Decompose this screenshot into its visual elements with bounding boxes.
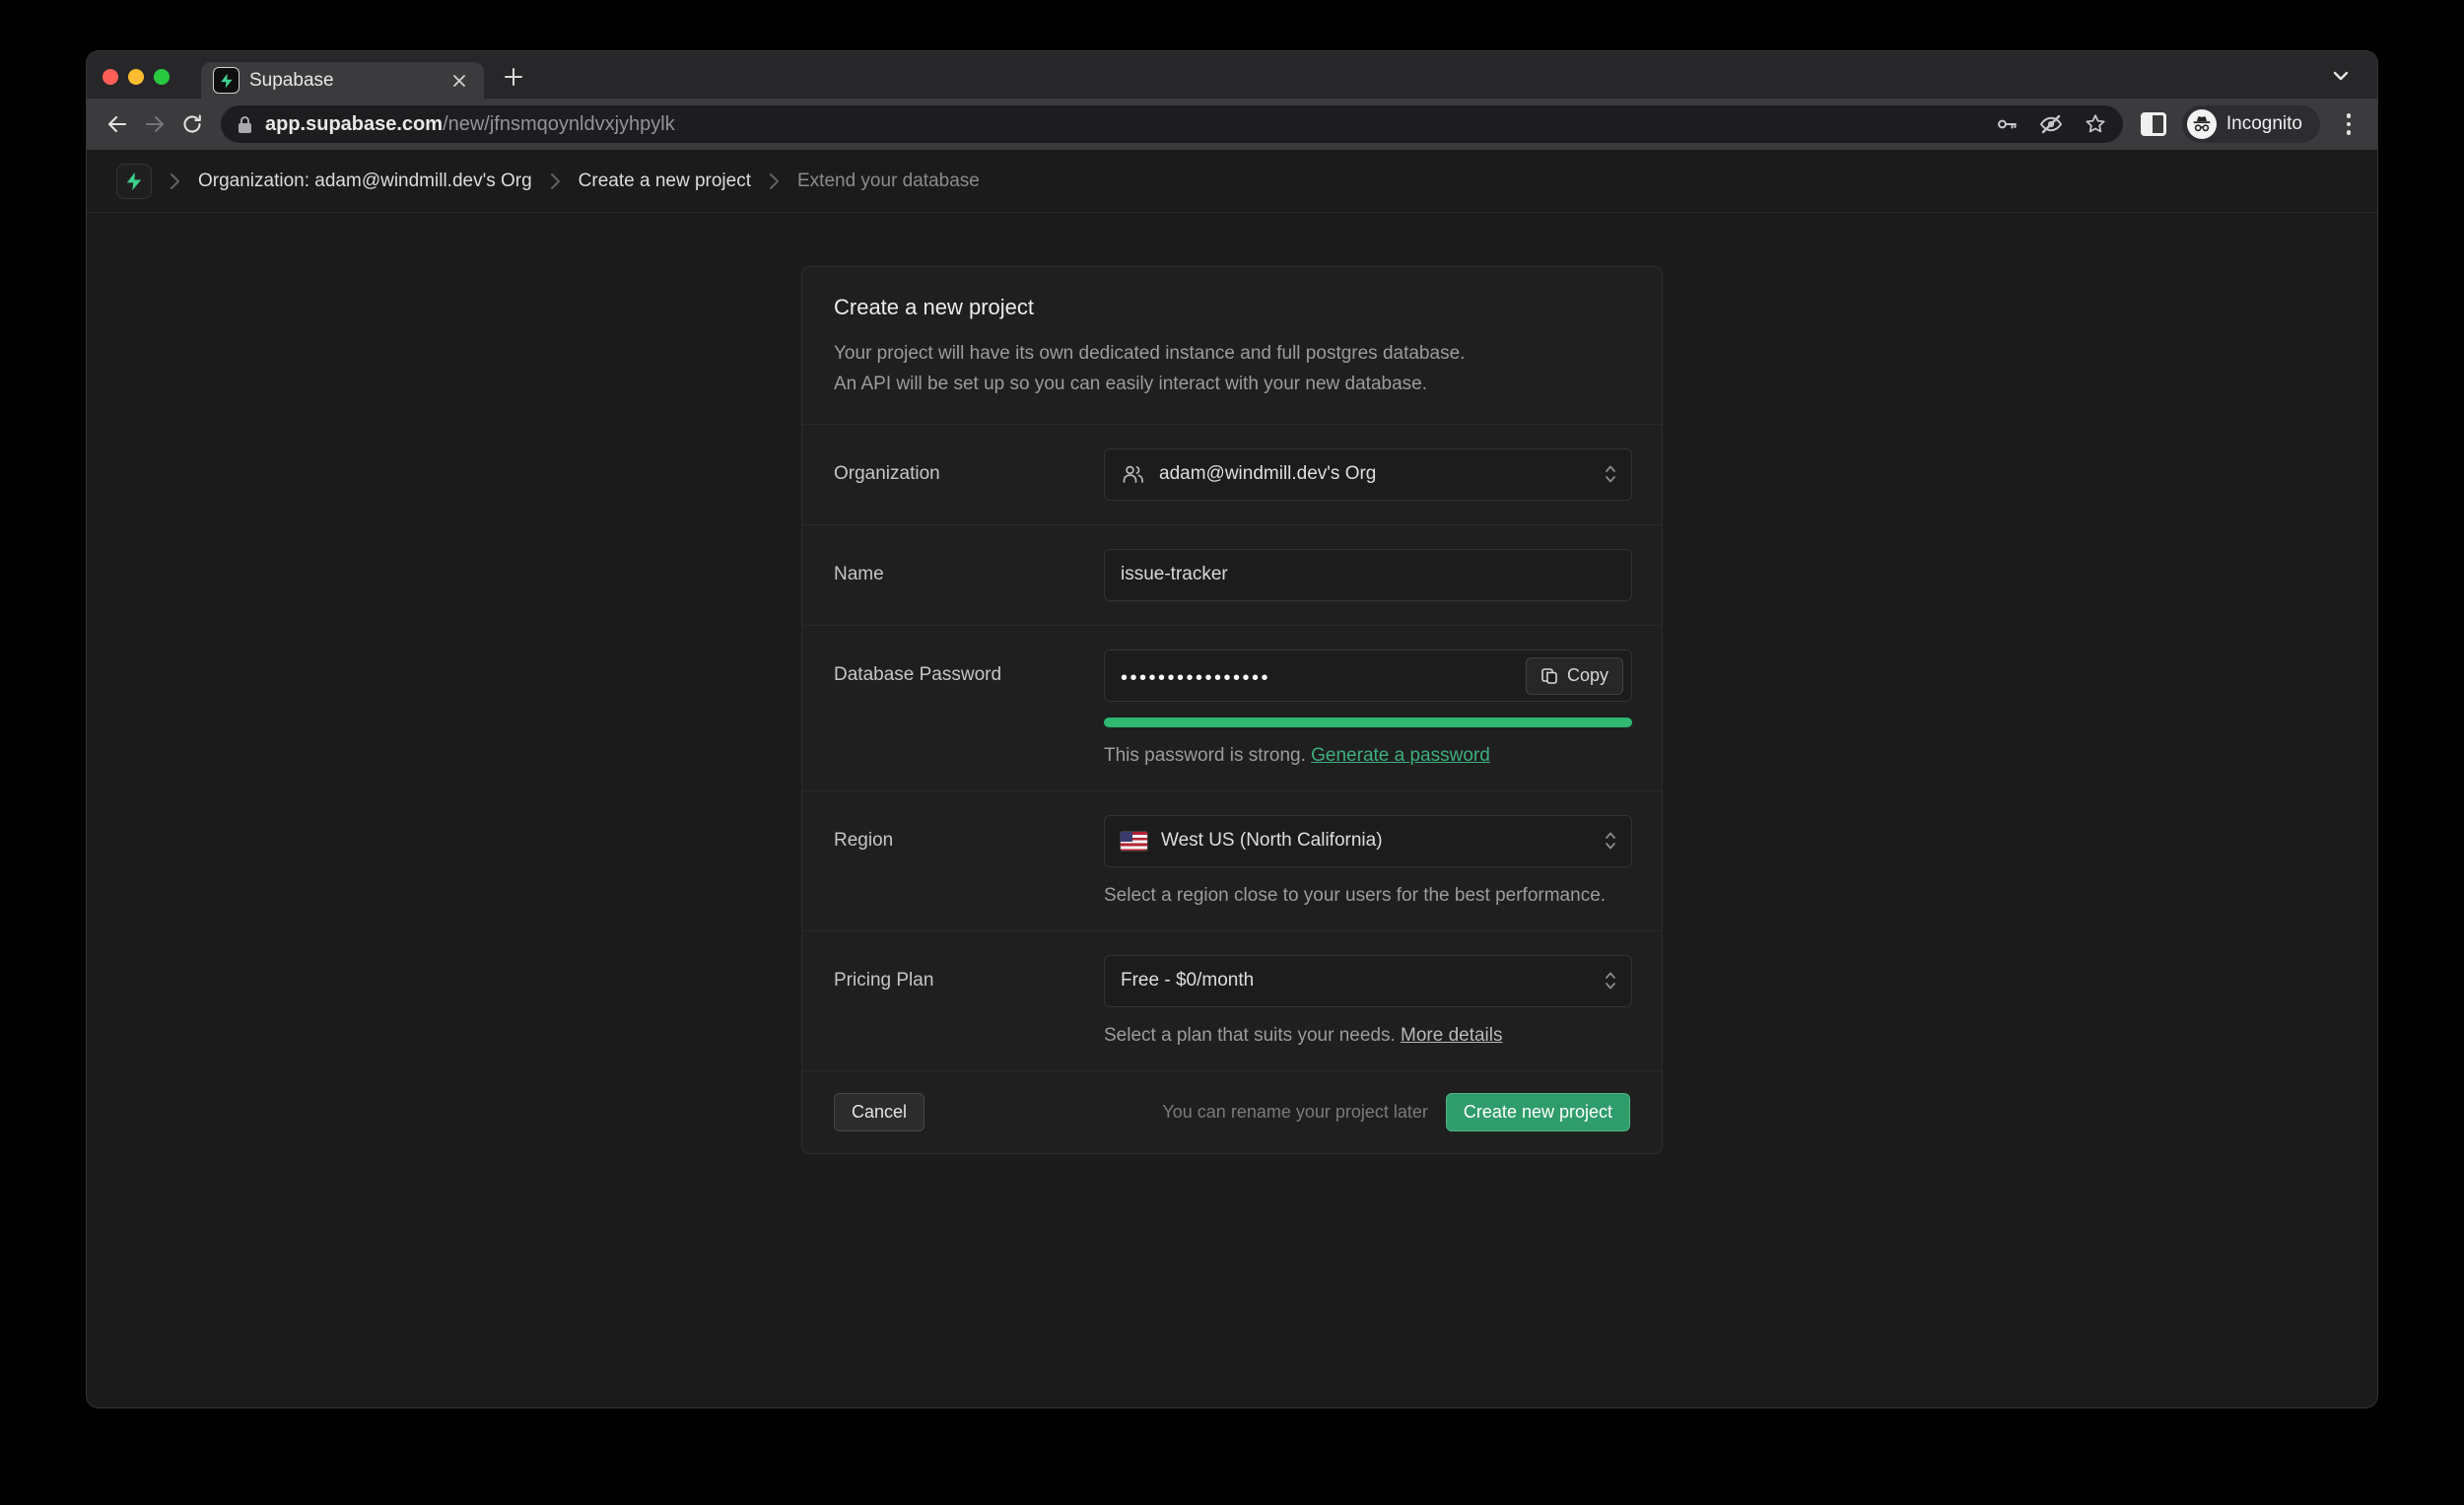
rename-hint-text: You can rename your project later	[1162, 1102, 1428, 1123]
breadcrumb: Organization: adam@windmill.dev's Org Cr…	[87, 150, 2377, 213]
maximize-window-button[interactable]	[154, 69, 170, 85]
cancel-button[interactable]: Cancel	[834, 1093, 924, 1131]
region-value: West US (North California)	[1161, 830, 1383, 852]
organization-label: Organization	[834, 448, 1104, 501]
pricing-label: Pricing Plan	[834, 955, 1104, 1047]
browser-menu-icon[interactable]	[2332, 105, 2365, 143]
generate-password-link[interactable]: Generate a password	[1311, 745, 1490, 766]
new-tab-button[interactable]	[494, 57, 533, 97]
card-footer: Cancel You can rename your project later…	[802, 1071, 1662, 1153]
password-row: Database Password •••••••••••••••• Copy	[802, 626, 1662, 791]
password-helper: This password is strong. Generate a pass…	[1104, 745, 1632, 767]
select-caret-icon	[1604, 463, 1617, 485]
tab-close-icon[interactable]	[446, 68, 472, 94]
ssl-lock-icon[interactable]	[237, 114, 253, 135]
address-bar[interactable]: app.supabase.com/new/jfnsmqoynldvxjyhpyl…	[221, 105, 2123, 143]
card-description: Your project will have its own dedicated…	[802, 320, 1662, 425]
supabase-favicon-icon	[213, 67, 240, 94]
desktop-background: Supabase	[0, 0, 2464, 1505]
us-flag-icon	[1121, 832, 1147, 851]
more-details-link[interactable]: More details	[1401, 1025, 1503, 1046]
description-line-2: An API will be set up so you can easily …	[834, 369, 1630, 399]
incognito-label: Incognito	[2226, 113, 2302, 135]
organization-value: adam@windmill.dev's Org	[1159, 463, 1376, 485]
breadcrumb-item-extend-database: Extend your database	[797, 171, 980, 192]
select-caret-icon	[1604, 830, 1617, 852]
bookmark-star-icon[interactable]	[2084, 112, 2107, 136]
password-strength-text: This password is strong.	[1104, 745, 1306, 766]
card-header: Create a new project	[802, 267, 1662, 320]
pricing-helper-text: Select a plan that suits your needs.	[1104, 1025, 1396, 1046]
close-window-button[interactable]	[103, 69, 118, 85]
browser-tab-supabase[interactable]: Supabase	[201, 62, 484, 99]
minimize-window-button[interactable]	[128, 69, 144, 85]
region-select[interactable]: West US (North California)	[1104, 815, 1632, 867]
page-title: Create a new project	[834, 295, 1630, 320]
incognito-badge: Incognito	[2182, 105, 2320, 143]
region-helper: Select a region close to your users for …	[1104, 885, 1632, 907]
reload-button[interactable]	[173, 105, 211, 143]
name-input[interactable]: issue-tracker	[1104, 549, 1632, 601]
copy-button-label: Copy	[1567, 665, 1608, 686]
password-strength-bar	[1104, 718, 1632, 727]
breadcrumb-chevron-icon	[550, 172, 561, 190]
users-icon	[1121, 462, 1145, 486]
url-domain: app.supabase.com	[265, 113, 443, 135]
select-caret-icon	[1604, 970, 1617, 992]
tab-title: Supabase	[249, 70, 437, 92]
incognito-icon	[2187, 109, 2217, 139]
tab-strip: Supabase	[87, 51, 2377, 99]
name-row: Name issue-tracker	[802, 525, 1662, 626]
forward-button[interactable]	[136, 105, 173, 143]
name-value: issue-tracker	[1121, 564, 1228, 585]
organization-select[interactable]: adam@windmill.dev's Org	[1104, 448, 1632, 501]
breadcrumb-chevron-icon	[170, 172, 180, 190]
create-project-card: Create a new project Your project will h…	[801, 266, 1663, 1154]
side-panel-icon[interactable]	[2141, 112, 2166, 136]
breadcrumb-chevron-icon	[769, 172, 780, 190]
url-text[interactable]: app.supabase.com/new/jfnsmqoynldvxjyhpyl…	[265, 113, 1981, 136]
breadcrumb-item-organization[interactable]: Organization: adam@windmill.dev's Org	[198, 171, 532, 192]
window-controls	[103, 69, 170, 85]
password-input[interactable]: •••••••••••••••• Copy	[1104, 650, 1632, 702]
password-key-icon[interactable]	[1995, 112, 2019, 136]
copy-password-button[interactable]: Copy	[1526, 657, 1623, 695]
browser-window: Supabase	[87, 51, 2377, 1407]
copy-icon	[1540, 667, 1558, 685]
password-masked-value: ••••••••••••••••	[1121, 662, 1270, 688]
password-label: Database Password	[834, 650, 1104, 767]
supabase-page: Organization: adam@windmill.dev's Org Cr…	[87, 150, 2377, 1407]
tab-list-chevron-down-icon[interactable]	[2326, 63, 2356, 89]
description-line-1: Your project will have its own dedicated…	[834, 338, 1630, 369]
create-new-project-button[interactable]: Create new project	[1446, 1093, 1630, 1131]
pricing-select[interactable]: Free - $0/month	[1104, 955, 1632, 1007]
pricing-row: Pricing Plan Free - $0/month Select a pl…	[802, 931, 1662, 1071]
region-row: Region West US (North California) Select…	[802, 791, 1662, 931]
supabase-logo-icon[interactable]	[116, 164, 152, 199]
name-label: Name	[834, 549, 1104, 601]
pricing-helper: Select a plan that suits your needs. Mor…	[1104, 1025, 1632, 1047]
omnibox-actions	[1995, 112, 2107, 136]
region-label: Region	[834, 815, 1104, 907]
url-path: /new/jfnsmqoynldvxjyhpylk	[443, 113, 675, 135]
breadcrumb-item-create-project[interactable]: Create a new project	[579, 171, 751, 192]
browser-toolbar: app.supabase.com/new/jfnsmqoynldvxjyhpyl…	[87, 99, 2377, 150]
back-button[interactable]	[99, 105, 136, 143]
pricing-value: Free - $0/month	[1121, 970, 1254, 992]
eye-off-icon[interactable]	[2038, 112, 2064, 136]
organization-row: Organization adam@windmill.dev's Org	[802, 425, 1662, 525]
